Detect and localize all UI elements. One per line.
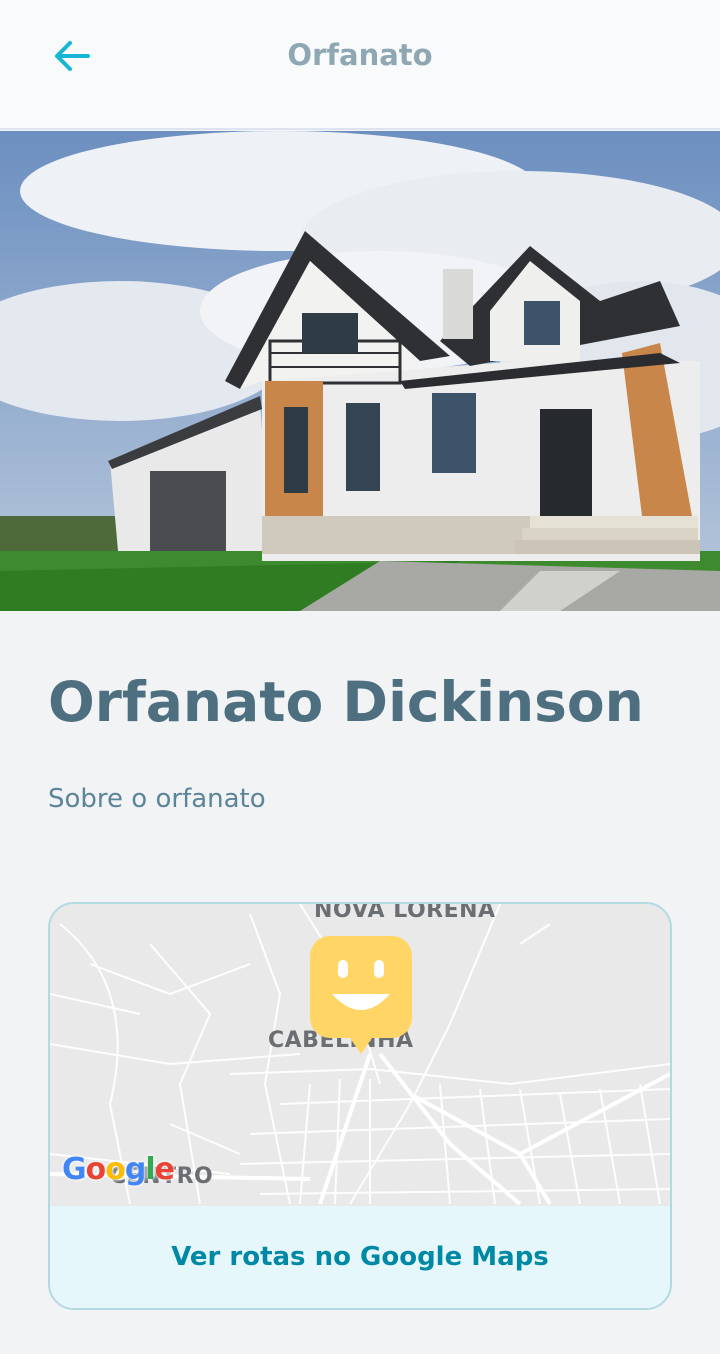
google-logo: Google <box>62 1152 175 1187</box>
map-preview[interactable]: NOVA LORENA CABELINHA CENTRO Google <box>50 904 670 1206</box>
map-label-nova-lorena: NOVA LORENA <box>314 904 496 923</box>
directions-label: Ver rotas no Google Maps <box>171 1242 549 1272</box>
orphanage-about: Sobre o orfanato <box>48 784 266 814</box>
header-bar: Orfanato <box>0 0 720 130</box>
orphanage-name: Orfanato Dickinson <box>48 670 644 734</box>
smiley-marker-icon[interactable] <box>308 934 414 1056</box>
google-maps-directions-button[interactable]: Ver rotas no Google Maps <box>50 1206 670 1308</box>
map-card: NOVA LORENA CABELINHA CENTRO Google Ver … <box>48 902 672 1310</box>
header-title: Orfanato <box>287 38 433 72</box>
orphanage-photo <box>0 131 720 611</box>
